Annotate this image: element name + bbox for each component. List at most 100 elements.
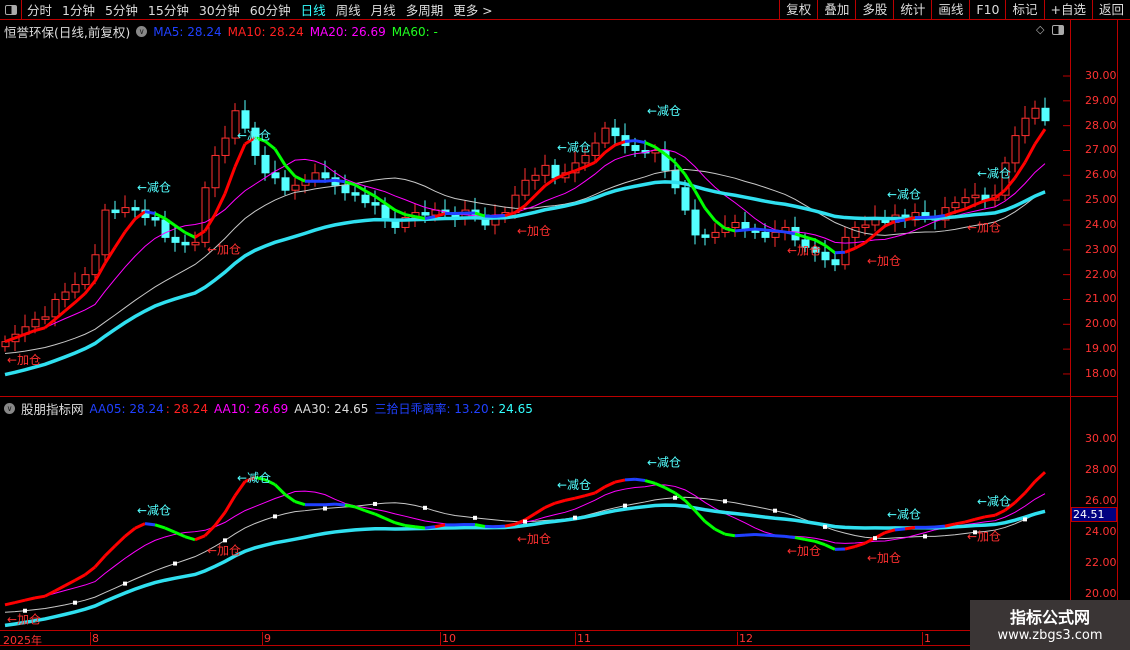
sub-ma5-line <box>364 509 376 516</box>
sub-ma5-line <box>544 501 556 509</box>
price-tick: 22.00 <box>1085 267 1117 281</box>
main-ma5-line <box>283 163 297 178</box>
sub-ma5-line <box>804 537 816 543</box>
sub-ma5-line <box>24 596 36 602</box>
sub-ma5-line <box>273 483 287 496</box>
candle <box>91 254 100 276</box>
sub-ma5-line <box>113 535 127 548</box>
sub-ma5-line <box>724 532 736 538</box>
main-ma5-line <box>974 199 986 207</box>
indicator-tick: 28.00 <box>1085 463 1117 476</box>
candle <box>771 231 780 238</box>
indicator-tick: 24.00 <box>1085 525 1117 538</box>
sub-ma30-dot <box>673 495 677 500</box>
sub-ma5-line <box>524 512 536 522</box>
sub-ma30-dot <box>473 515 477 520</box>
sub-signal-label: ←减仓 <box>557 478 591 492</box>
candle <box>241 110 250 129</box>
main-ma5-line <box>624 139 636 144</box>
main-ma5-line <box>233 143 247 168</box>
sub-ma5-line <box>774 534 786 538</box>
sub-signal-label: ←加仓 <box>7 612 41 626</box>
sub-ma5-line <box>414 525 426 530</box>
main-signal-label: ←加仓 <box>967 220 1001 234</box>
sub-ma30-dot <box>373 501 377 506</box>
candle <box>221 137 230 156</box>
main-ma5-line <box>374 194 386 205</box>
side-panel-divider <box>1117 20 1118 630</box>
sub-ma5-line <box>4 601 16 607</box>
candle <box>131 207 140 211</box>
candle <box>951 202 960 209</box>
sub-ma5-line <box>654 481 666 490</box>
main-ma5-line <box>523 194 537 207</box>
candle <box>71 284 80 293</box>
main-ma5-line <box>34 326 46 332</box>
price-tick: 29.00 <box>1085 93 1117 107</box>
price-tick: 24.00 <box>1085 217 1117 231</box>
price-chart[interactable]: ←加仓 ←减仓 ←加仓 ←减仓 ←加仓 ←减仓 ←减仓 ←加仓 ←加仓 ←减仓 ←加仓 ←减仓 ←加仓 ←… <box>0 0 1070 630</box>
sub-ma5-line <box>994 508 1006 517</box>
main-ma5-line <box>874 224 886 236</box>
candle <box>311 172 320 181</box>
main-ma5-line <box>404 213 416 219</box>
candle <box>371 202 380 206</box>
sub-ma5-line <box>144 522 156 527</box>
candle <box>111 209 120 214</box>
price-tick: 28.00 <box>1085 118 1117 132</box>
candle <box>831 259 840 266</box>
sub-ma30-dot <box>1023 517 1027 522</box>
sub-ma30-dot <box>623 503 627 508</box>
candle <box>191 241 200 246</box>
candle <box>691 209 700 236</box>
main-ma5-line <box>424 215 436 220</box>
sub-ma5-line <box>124 527 136 538</box>
candle <box>1031 107 1040 119</box>
main-ma5-line <box>184 231 196 239</box>
sub-ma5-line <box>203 524 217 537</box>
main-ma5-line <box>1023 143 1037 164</box>
main-signal-label: ←减仓 <box>557 140 591 154</box>
sub-ma5-line <box>904 525 916 531</box>
sub-ma5-line <box>494 524 506 529</box>
main-ma5-line <box>294 174 306 183</box>
main-ma5-line <box>324 178 336 183</box>
price-tick: 19.00 <box>1085 342 1117 356</box>
sub-signal-label: ←减仓 <box>647 456 681 470</box>
candle <box>851 226 860 238</box>
date-tick: 9 <box>262 632 271 646</box>
sub-ma5-line <box>693 509 707 523</box>
main-ma5-line <box>764 228 776 233</box>
candle <box>531 174 540 181</box>
sub-ma5-line <box>84 565 96 576</box>
toolbar-button[interactable]: 返回 <box>1091 0 1130 20</box>
main-ma5-line <box>144 210 156 216</box>
sub-ma5-line <box>404 524 416 529</box>
sub-ma5-line <box>74 573 86 582</box>
candle <box>271 172 280 179</box>
sub-ma30-dot <box>573 515 577 520</box>
sub-ma30-dot <box>823 524 827 529</box>
sub-ma5-line <box>154 523 166 530</box>
main-signal-label: ←减仓 <box>647 104 681 118</box>
watermark: 指标公式网 www.zbgs3.com <box>970 600 1130 650</box>
sub-ma30-dot <box>923 534 927 539</box>
sub-ma5-line <box>424 525 436 530</box>
sub-signal-label: ←加仓 <box>517 532 551 546</box>
sub-ma30-dot <box>523 519 527 524</box>
sub-ma5-line <box>824 543 836 551</box>
sub-ma30-dot <box>273 514 277 519</box>
sub-ma5-line <box>844 545 856 551</box>
main-signal-label: ←加仓 <box>517 224 551 238</box>
sub-ma5-line <box>764 533 776 538</box>
candle <box>51 298 60 318</box>
date-tick: 8 <box>90 632 99 646</box>
panel-divider[interactable] <box>0 396 1118 397</box>
candle <box>291 184 300 191</box>
watermark-name: 指标公式网 <box>1009 608 1090 627</box>
main-ma5-line <box>934 214 946 219</box>
main-signal-label: ←加仓 <box>207 242 241 256</box>
sub-ma5-line <box>554 498 566 505</box>
sub-ma5-line <box>394 521 406 527</box>
candle <box>611 127 620 137</box>
